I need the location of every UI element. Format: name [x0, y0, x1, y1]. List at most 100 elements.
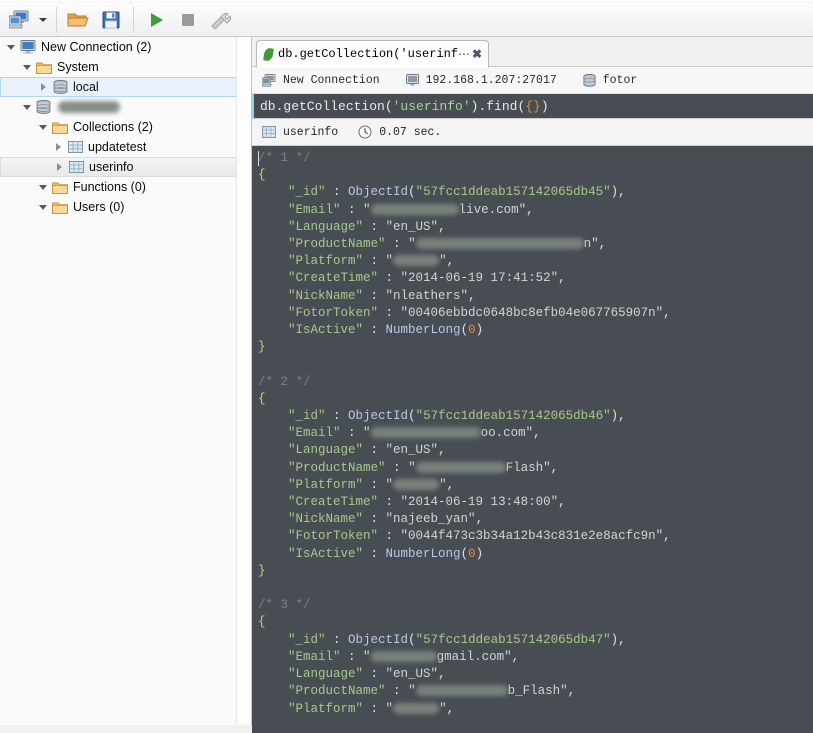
collection-icon — [68, 141, 83, 153]
tree-node-label: userinfo — [89, 160, 133, 174]
open-script-button[interactable] — [63, 5, 95, 35]
query-prefix: db.getCollection( — [260, 99, 393, 114]
field-key: "ProductName" — [288, 461, 386, 475]
field-row: "Email" : "live.com", — [258, 202, 813, 219]
field-value: "0044f473c3b34a12b43c831e2e8acfc9n" — [401, 529, 664, 543]
explorer-tree[interactable]: New Connection (2)System local Collections… — [0, 37, 252, 725]
main-toolbar — [0, 3, 813, 37]
tree-vertical-scrollbar[interactable] — [236, 37, 251, 725]
field-row: "CreateTime" : "2014-06-19 13:48:00", — [258, 494, 813, 511]
chevron-down-icon — [39, 18, 47, 22]
document-spacer — [258, 580, 813, 597]
tree-node-node[interactable] — [0, 97, 251, 117]
field-key: "Language" — [288, 667, 363, 681]
connect-dropdown[interactable] — [36, 6, 50, 34]
expand-arrow-closed-icon[interactable] — [37, 83, 50, 91]
field-function: ObjectId — [348, 409, 408, 423]
connect-button[interactable] — [4, 5, 36, 35]
tree-node-local[interactable]: local — [0, 77, 251, 97]
field-key: "Language" — [288, 443, 363, 457]
text-caret — [258, 151, 259, 166]
tree-node-icon — [52, 201, 68, 214]
stop-button[interactable] — [172, 5, 204, 35]
folder-icon — [52, 201, 68, 214]
folder-icon — [52, 181, 68, 194]
result-info-bar: userinfo 0.07 sec. — [252, 118, 813, 146]
field-key: "NickName" — [288, 289, 363, 303]
robomongo-window: New Connection (2)System local Collections… — [0, 0, 813, 725]
document-comment: /* 2 */ — [258, 374, 813, 391]
tree-node-label: local — [73, 80, 99, 94]
field-value-tail: Flash" — [506, 461, 551, 475]
field-value-tail: gmail.com" — [437, 650, 512, 664]
orientation-button[interactable] — [204, 5, 236, 35]
tree-node-functions-0[interactable]: Functions (0) — [0, 177, 251, 197]
field-value-tail: " — [439, 702, 447, 716]
save-script-button[interactable] — [95, 5, 127, 35]
field-row: "_id" : ObjectId("57fcc1ddeab157142065db… — [258, 632, 813, 649]
tree-node-users-0[interactable]: Users (0) — [0, 197, 251, 217]
query-suffix: ) — [541, 99, 549, 114]
redacted-value — [416, 462, 506, 473]
field-value: "57fcc1ddeab157142065db46" — [416, 409, 611, 423]
tree-node-collections-2[interactable]: Collections (2) — [0, 117, 251, 137]
expand-arrow-closed-icon[interactable] — [53, 163, 66, 171]
expand-arrow-open-icon[interactable] — [4, 45, 17, 50]
redacted-value — [371, 651, 437, 662]
expand-arrow-open-icon[interactable] — [36, 185, 49, 190]
expand-arrow-open-icon[interactable] — [20, 65, 33, 70]
play-icon — [146, 10, 166, 30]
expand-arrow-closed-icon[interactable] — [52, 143, 65, 151]
expand-arrow-open-icon[interactable] — [36, 125, 49, 130]
tree-node-label: Users (0) — [73, 200, 124, 214]
stop-icon — [178, 10, 198, 30]
toolbar-group-connection — [0, 3, 54, 36]
tree-node-userinfo[interactable]: userinfo — [0, 157, 251, 177]
computers-icon — [9, 10, 31, 30]
field-function: ObjectId — [348, 633, 408, 647]
toolbar-group-file — [59, 3, 131, 36]
database-icon — [583, 74, 596, 87]
tree-node-updatetest[interactable]: updatetest — [0, 137, 251, 157]
tree-node-icon — [52, 121, 68, 134]
field-row: "Language" : "en_US", — [258, 219, 813, 236]
field-key: "CreateTime" — [288, 271, 378, 285]
field-row: "IsActive" : NumberLong(0) — [258, 546, 813, 563]
tab-title-ellipsis: ⋯ — [458, 47, 469, 62]
tab-query-userinfo[interactable]: db.getCollection('userinf ⋯ ✖ — [256, 40, 489, 68]
tab-close-icon[interactable]: ✖ — [472, 47, 482, 61]
tree-node-new-connection-2[interactable]: New Connection (2) — [0, 37, 251, 57]
field-value: 0 — [468, 547, 476, 561]
tree-node-system[interactable]: System — [0, 57, 251, 77]
document-open-brace: { — [258, 614, 813, 631]
field-value-tail: n" — [584, 237, 599, 251]
execute-button[interactable] — [140, 5, 172, 35]
field-row: "_id" : ObjectId("57fcc1ddeab157142065db… — [258, 184, 813, 201]
host-monitor-icon — [406, 74, 419, 86]
field-key: "Platform" — [288, 478, 363, 492]
document-1: /* 1 */{ "_id" : ObjectId("57fcc1ddeab15… — [258, 150, 813, 374]
tree-node-icon — [52, 181, 68, 194]
field-key: "Email" — [288, 203, 341, 217]
results-json-view[interactable]: /* 1 */{ "_id" : ObjectId("57fcc1ddeab15… — [252, 146, 813, 733]
database-icon — [36, 100, 51, 114]
toolbar-separator-1 — [56, 7, 57, 33]
toolbar-group-execution — [136, 3, 240, 36]
document-comment: /* 3 */ — [258, 597, 813, 614]
host-address: 192.168.1.207:27017 — [426, 74, 557, 87]
field-row: "Language" : "en_US", — [258, 666, 813, 683]
toolbar-separator-2 — [133, 7, 134, 33]
expand-arrow-open-icon[interactable] — [20, 105, 33, 110]
tree-node-label: updatetest — [88, 140, 146, 154]
field-value-tail: oo.com" — [481, 426, 534, 440]
tree-node-icon — [53, 80, 68, 94]
field-value: "00406ebbdc0648bc8efb04e067765907n" — [401, 306, 664, 320]
query-editor[interactable]: db.getCollection('userinfo').find({}) — [252, 94, 813, 118]
folder-icon — [36, 61, 52, 74]
expand-arrow-open-icon[interactable] — [36, 205, 49, 210]
field-value: "en_US" — [386, 667, 439, 681]
clock-icon — [358, 125, 372, 139]
field-key: "FotorToken" — [288, 529, 378, 543]
tree-node-icon — [36, 61, 52, 74]
field-value: "2014-06-19 13:48:00" — [401, 495, 559, 509]
